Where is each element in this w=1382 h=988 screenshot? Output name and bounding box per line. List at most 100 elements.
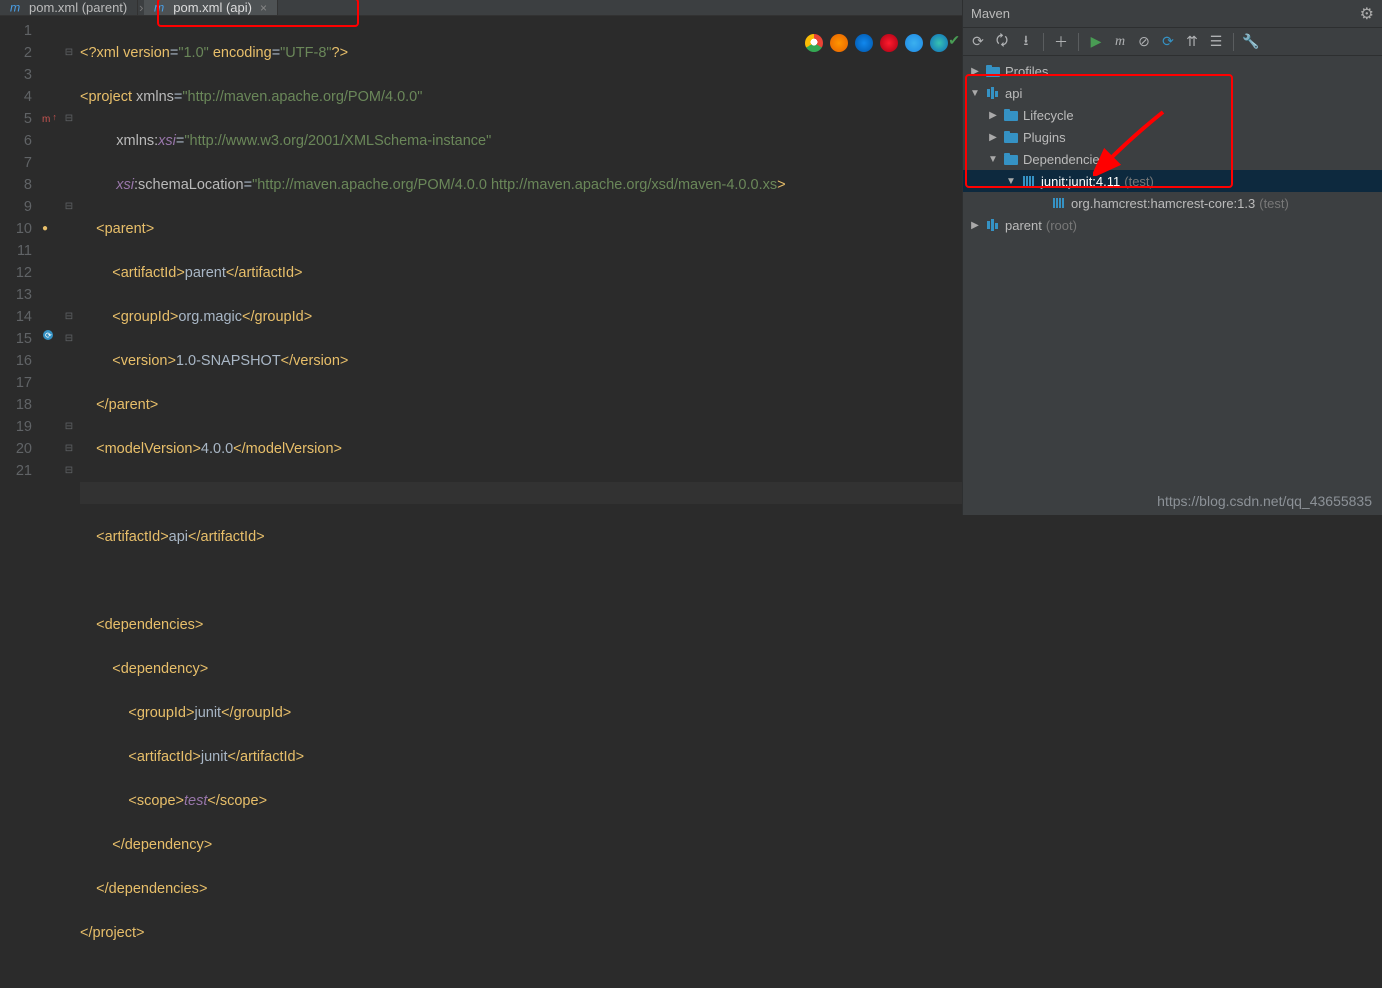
line-number: 12 [0,262,32,284]
fold-icon[interactable]: ⊟ [62,460,76,482]
bulb-icon[interactable]: ● [42,218,48,240]
tree-junit[interactable]: ▼ junit:junit:4.11 (test) [963,170,1382,192]
maven-icon: m [154,1,168,15]
chevron-right-icon: ▶ [969,220,981,231]
scope-label: (test) [1124,174,1154,189]
line-number: 8 [0,174,32,196]
watermark: https://blog.csdn.net/qq_43655835 [1157,493,1372,509]
tree-hamcrest[interactable]: org.hamcrest:hamcrest-core:1.3 (test) [963,192,1382,214]
maven-icon: m [10,1,24,15]
line-number: 1 [0,20,32,42]
gutter-m-icon[interactable]: m↑ [42,108,55,131]
tab-pom-parent[interactable]: m pom.xml (parent) [0,0,138,15]
ie-icon[interactable] [905,34,923,52]
tree-label: parent [1005,218,1042,233]
folder-icon [1003,129,1019,145]
tree-label: api [1005,86,1022,101]
tab-label: pom.xml (api) [173,0,252,15]
line-number: 17 [0,372,32,394]
maven-tool-window: Maven ⚙ ⟳ 🗘 ⭳ ＋ ▶ m ⊘ ⟳ ⇈ ☰ 🔧 ▶ Profiles [962,0,1382,515]
tree-parent[interactable]: ▶ parent (root) [963,214,1382,236]
fold-icon[interactable]: ⊟ [62,328,76,350]
module-icon [985,85,1001,101]
folder-icon [985,63,1001,79]
chevron-right-icon: ▶ [987,110,999,121]
editor-pane: m pom.xml (parent) › m pom.xml (api) × ✔ [0,0,962,515]
opera-icon[interactable] [880,34,898,52]
line-number: 11 [0,240,32,262]
maven-tree[interactable]: ▶ Profiles ▼ api ▶ Lifecycle ▶ Plugins ▼ [963,56,1382,515]
line-number: 21 [0,460,32,482]
edge-icon[interactable] [930,34,948,52]
tree-label: Profiles [1005,64,1048,79]
line-number: 4 [0,86,32,108]
line-number: 6 [0,130,32,152]
chevron-down-icon: ▼ [969,88,981,99]
tree-profiles[interactable]: ▶ Profiles [963,60,1382,82]
generate-sources-icon[interactable]: 🗘 [993,33,1011,51]
line-number: 10 [0,218,32,240]
line-number: 7 [0,152,32,174]
chevron-down-icon: ▼ [1005,176,1017,187]
gutter-badge-icon[interactable]: ⟳ [42,328,56,342]
tree-lifecycle[interactable]: ▶ Lifecycle [963,104,1382,126]
close-icon[interactable]: × [260,1,267,15]
folder-icon [1003,151,1019,167]
code-area[interactable]: 1 2 3 4 5 6 7 8 9 10 11 12 13 14 15 16 1… [0,16,962,988]
fold-icon[interactable]: ⊟ [62,438,76,460]
line-number: 3 [0,64,32,86]
tab-pom-api[interactable]: m pom.xml (api) × [144,0,278,15]
tab-label: pom.xml (parent) [29,0,127,15]
add-icon[interactable]: ＋ [1052,33,1070,51]
line-number: 2 [0,42,32,64]
svg-text:m: m [154,1,164,15]
gutter-marks: m↑ ● ⟳ [40,20,62,988]
scope-label: (root) [1046,218,1077,233]
fold-icon[interactable]: ⊟ [62,108,76,130]
download-icon[interactable]: ⭳ [1017,33,1035,51]
maven-title: Maven [971,6,1010,21]
tree-label: Lifecycle [1023,108,1074,123]
line-number: 20 [0,438,32,460]
fold-icon[interactable]: ⊟ [62,196,76,218]
line-number: 15 [0,328,32,350]
library-icon [1021,173,1037,189]
line-gutter: 1 2 3 4 5 6 7 8 9 10 11 12 13 14 15 16 1… [0,20,40,988]
folder-icon [1003,107,1019,123]
chevron-down-icon: ▼ [987,154,999,165]
scope-label: (test) [1259,196,1289,211]
fold-icon[interactable]: ⊟ [62,42,76,64]
tree-dependencies[interactable]: ▼ Dependencies [963,148,1382,170]
fold-gutter: ⊟ ⊟ ⊟ ⊟ ⊟ ⊟ ⊟ ⊟ [62,20,76,988]
chrome-icon[interactable] [805,34,823,52]
safari-icon[interactable] [855,34,873,52]
line-number: 14 [0,306,32,328]
skip-tests-icon[interactable]: ⊘ [1135,33,1153,51]
m-icon[interactable]: m [1111,33,1129,51]
tree-api[interactable]: ▼ api [963,82,1382,104]
tree-label: Plugins [1023,130,1066,145]
code-content[interactable]: <?xml version="1.0" encoding="UTF-8"?> <… [76,20,962,988]
line-number: 5 [0,108,32,130]
tree-plugins[interactable]: ▶ Plugins [963,126,1382,148]
module-icon [985,217,1001,233]
tree-label: org.hamcrest:hamcrest-core:1.3 [1071,196,1255,211]
firefox-icon[interactable] [830,34,848,52]
tree-label: junit:junit:4.11 [1041,174,1120,189]
chevron-right-icon: ▶ [987,132,999,143]
gear-icon[interactable]: ⚙ [1360,4,1374,24]
fold-icon[interactable]: ⊟ [62,416,76,438]
fold-icon[interactable]: ⊟ [62,306,76,328]
library-icon [1051,195,1067,211]
editor-tab-row: m pom.xml (parent) › m pom.xml (api) × [0,0,962,16]
collapse-icon[interactable]: ⇈ [1183,33,1201,51]
svg-text:⟳: ⟳ [45,331,52,340]
run-icon[interactable]: ▶ [1087,33,1105,51]
svg-text:m: m [10,1,20,15]
toggle-offline-icon[interactable]: ⟳ [1159,33,1177,51]
expand-icon[interactable]: ☰ [1207,33,1225,51]
settings-icon[interactable]: 🔧 [1242,33,1260,51]
line-number: 16 [0,350,32,372]
maven-header: Maven ⚙ [963,0,1382,28]
refresh-icon[interactable]: ⟳ [969,33,987,51]
